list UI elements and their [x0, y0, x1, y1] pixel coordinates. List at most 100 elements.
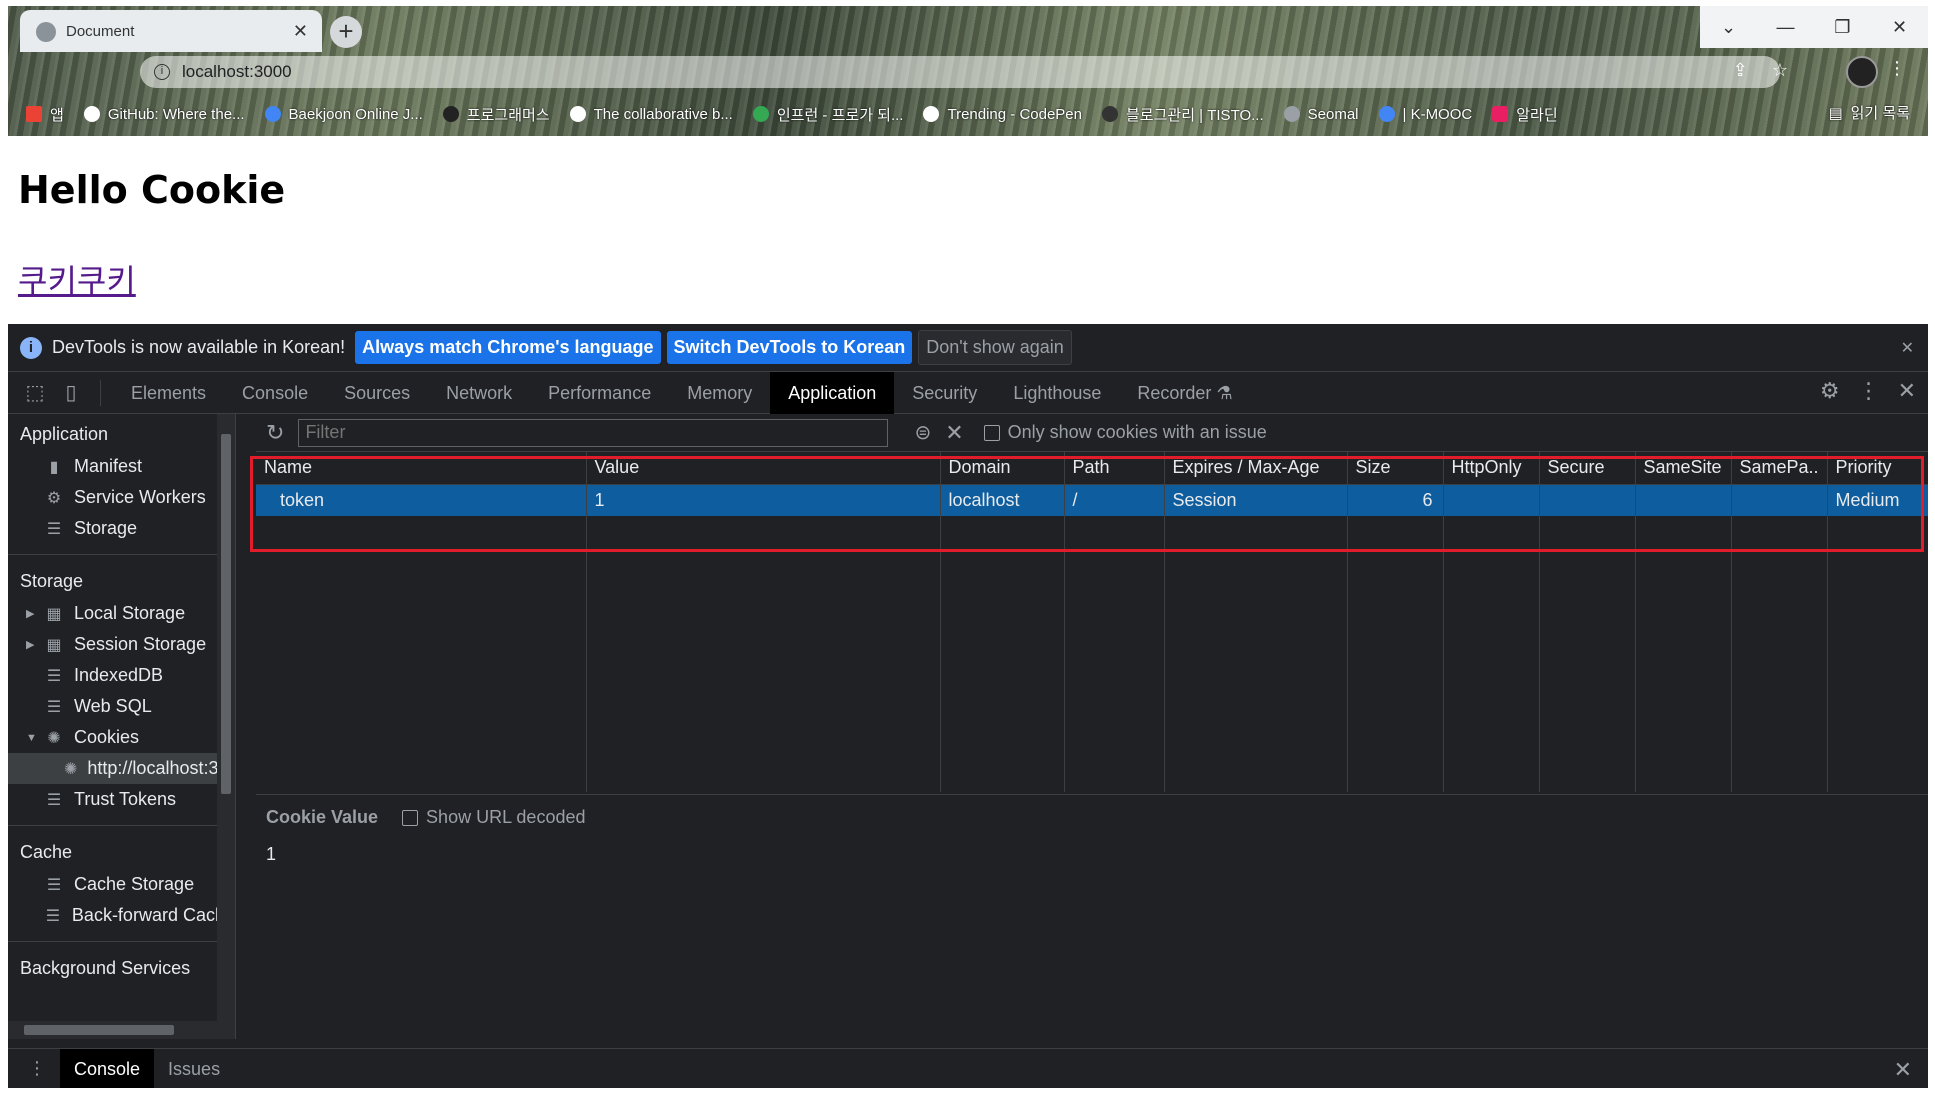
- column-header-priority[interactable]: Priority: [1827, 452, 1928, 485]
- column-header-expires[interactable]: Expires / Max-Age: [1164, 452, 1348, 485]
- table-row[interactable]: token 1 localhost / Session 6 Medium: [256, 484, 1928, 516]
- scrollbar-thumb[interactable]: [24, 1025, 174, 1035]
- browser-menu-icon[interactable]: ⋮: [1888, 58, 1906, 79]
- restore-button[interactable]: ❐: [1814, 6, 1871, 48]
- sidebar-item-cookies[interactable]: ▼ ✺ Cookies: [8, 722, 235, 753]
- bookmark-item[interactable]: GitHub: Where the...: [83, 106, 245, 123]
- profile-avatar[interactable]: [1846, 56, 1878, 88]
- sidebar-item-cookie-origin[interactable]: ✺ http://localhost:3000: [8, 753, 235, 784]
- inspect-element-icon[interactable]: ⬚: [20, 378, 50, 408]
- column-header-name[interactable]: Name: [256, 452, 587, 485]
- column-header-httponly[interactable]: HttpOnly: [1443, 452, 1540, 485]
- switch-to-korean-button[interactable]: Switch DevTools to Korean: [666, 331, 913, 364]
- tab-search-icon[interactable]: ⌄: [1700, 6, 1757, 48]
- cookie-table: Name Value Domain Path Expires / Max-Age…: [250, 452, 1928, 794]
- tab-close-icon[interactable]: ✕: [293, 21, 308, 42]
- bookmark-item[interactable]: 알라딘: [1492, 104, 1558, 125]
- bookmark-item[interactable]: Baekjoon Online J...: [264, 106, 423, 123]
- window-controls: ⌄ — ❐ ✕: [1700, 6, 1928, 48]
- devtools-close-icon[interactable]: ✕: [1898, 378, 1916, 404]
- close-window-button[interactable]: ✕: [1871, 6, 1928, 48]
- bookmarks-bar: 앱 GitHub: Where the... Baekjoon Online J…: [8, 96, 1928, 132]
- sidebar-item-cache-storage[interactable]: ☰ Cache Storage: [8, 869, 235, 900]
- sidebar-vertical-scrollbar[interactable]: [217, 414, 235, 1039]
- cookie-link[interactable]: 쿠키쿠키: [18, 256, 136, 302]
- column-header-value[interactable]: Value: [586, 452, 941, 485]
- page-content: Hello Cookie 쿠키쿠키: [8, 136, 1928, 330]
- bookmark-item[interactable]: Seomal: [1283, 105, 1359, 123]
- bookmark-item[interactable]: 블로그관리 | TISTO...: [1102, 104, 1264, 125]
- browser-tab[interactable]: Document ✕: [20, 10, 322, 52]
- dont-show-again-button[interactable]: Don't show again: [918, 330, 1072, 365]
- device-toolbar-icon[interactable]: ▯: [56, 378, 86, 408]
- reading-list[interactable]: ▤ 읽기 목록: [1828, 102, 1910, 123]
- settings-gear-icon[interactable]: ⚙: [1820, 378, 1840, 404]
- site-info-icon[interactable]: i: [154, 64, 170, 80]
- show-url-decoded-checkbox[interactable]: [402, 809, 419, 826]
- clear-filtered-cookies-icon[interactable]: ⊜: [914, 420, 931, 445]
- cookie-value-title: Cookie Value: [266, 807, 379, 827]
- tab-performance[interactable]: Performance: [530, 372, 669, 414]
- sidebar-item-service-workers[interactable]: ⚙ Service Workers: [8, 482, 235, 513]
- bookmark-item[interactable]: | K-MOOC: [1378, 105, 1473, 123]
- tab-recorder[interactable]: Recorder ⚗: [1119, 372, 1250, 414]
- bookmark-item[interactable]: The collaborative b...: [569, 106, 733, 123]
- database-icon: ☰: [45, 907, 61, 925]
- infobar-close-icon[interactable]: ✕: [1901, 338, 1914, 358]
- bookmark-label: Seomal: [1307, 105, 1359, 123]
- share-icon[interactable]: ⇪: [1733, 60, 1748, 81]
- only-issues-checkbox[interactable]: [983, 424, 1000, 441]
- column-header-secure[interactable]: Secure: [1539, 452, 1636, 485]
- sidebar-item-storage[interactable]: ☰ Storage: [8, 513, 235, 544]
- drawer-close-icon[interactable]: ✕: [1894, 1057, 1912, 1083]
- devtools-menu-icon[interactable]: ⋮: [1858, 378, 1880, 404]
- tab-lighthouse[interactable]: Lighthouse: [995, 372, 1119, 414]
- tab-network[interactable]: Network: [428, 372, 530, 414]
- sidebar-item-web-sql[interactable]: ☰ Web SQL: [8, 691, 235, 722]
- always-match-language-button[interactable]: Always match Chrome's language: [355, 331, 661, 364]
- bookmark-item[interactable]: 프로그래머스: [442, 104, 550, 125]
- bookmark-label: | K-MOOC: [1402, 105, 1473, 123]
- tab-console[interactable]: Console: [224, 372, 326, 414]
- sidebar-item-trust-tokens[interactable]: ☰ Trust Tokens: [8, 784, 235, 815]
- expand-arrow-icon[interactable]: ▶: [26, 607, 34, 620]
- drawer-tab-console[interactable]: Console: [60, 1048, 155, 1088]
- drawer-tab-issues[interactable]: Issues: [154, 1049, 234, 1089]
- database-icon: ☰: [46, 876, 62, 894]
- seomal-icon: [1283, 106, 1300, 122]
- clear-all-cookies-icon[interactable]: ✕: [945, 420, 963, 446]
- sidebar-item-manifest[interactable]: ▮ Manifest: [8, 451, 235, 482]
- toolbar-divider: [100, 379, 101, 406]
- address-bar[interactable]: i localhost:3000: [140, 56, 1780, 88]
- minimize-button[interactable]: —: [1757, 6, 1814, 48]
- collapse-arrow-icon[interactable]: ▼: [26, 732, 37, 744]
- sidebar-item-back-forward-cache[interactable]: ☰ Back-forward Cache: [8, 900, 235, 931]
- sidebar-item-local-storage[interactable]: ▶ ▦ Local Storage: [8, 598, 235, 629]
- sidebar-horizontal-scrollbar[interactable]: [8, 1021, 218, 1039]
- sidebar-item-indexeddb[interactable]: ☰ IndexedDB: [8, 660, 235, 691]
- column-header-sameparty[interactable]: SamePa..: [1731, 452, 1828, 485]
- column-header-samesite[interactable]: SameSite: [1635, 452, 1732, 485]
- sidebar-divider: [8, 941, 235, 942]
- column-header-size[interactable]: Size: [1347, 452, 1444, 485]
- bookmark-item[interactable]: Trending - CodePen: [923, 106, 1082, 123]
- scrollbar-thumb[interactable]: [221, 434, 231, 794]
- bookmark-label: Trending - CodePen: [947, 105, 1082, 123]
- filter-input[interactable]: [298, 418, 889, 447]
- sidebar-item-session-storage[interactable]: ▶ ▦ Session Storage: [8, 629, 235, 660]
- sidebar-section-background-services: Background Services: [20, 958, 191, 978]
- new-tab-button[interactable]: +: [330, 16, 362, 48]
- tab-application[interactable]: Application: [770, 371, 895, 414]
- bookmark-star-icon[interactable]: ☆: [1772, 60, 1788, 81]
- bookmark-item[interactable]: 인프런 - 프로가 되...: [752, 104, 903, 125]
- refresh-icon[interactable]: ↻: [266, 420, 284, 446]
- tab-sources[interactable]: Sources: [326, 372, 428, 414]
- drawer-menu-icon[interactable]: ⋮: [8, 1058, 60, 1079]
- tab-elements[interactable]: Elements: [113, 372, 224, 414]
- bookmark-item[interactable]: 앱: [26, 104, 64, 125]
- expand-arrow-icon[interactable]: ▶: [26, 638, 34, 651]
- column-header-path[interactable]: Path: [1064, 452, 1165, 485]
- column-header-domain[interactable]: Domain: [940, 452, 1065, 485]
- tab-security[interactable]: Security: [894, 372, 995, 414]
- tab-memory[interactable]: Memory: [669, 372, 770, 414]
